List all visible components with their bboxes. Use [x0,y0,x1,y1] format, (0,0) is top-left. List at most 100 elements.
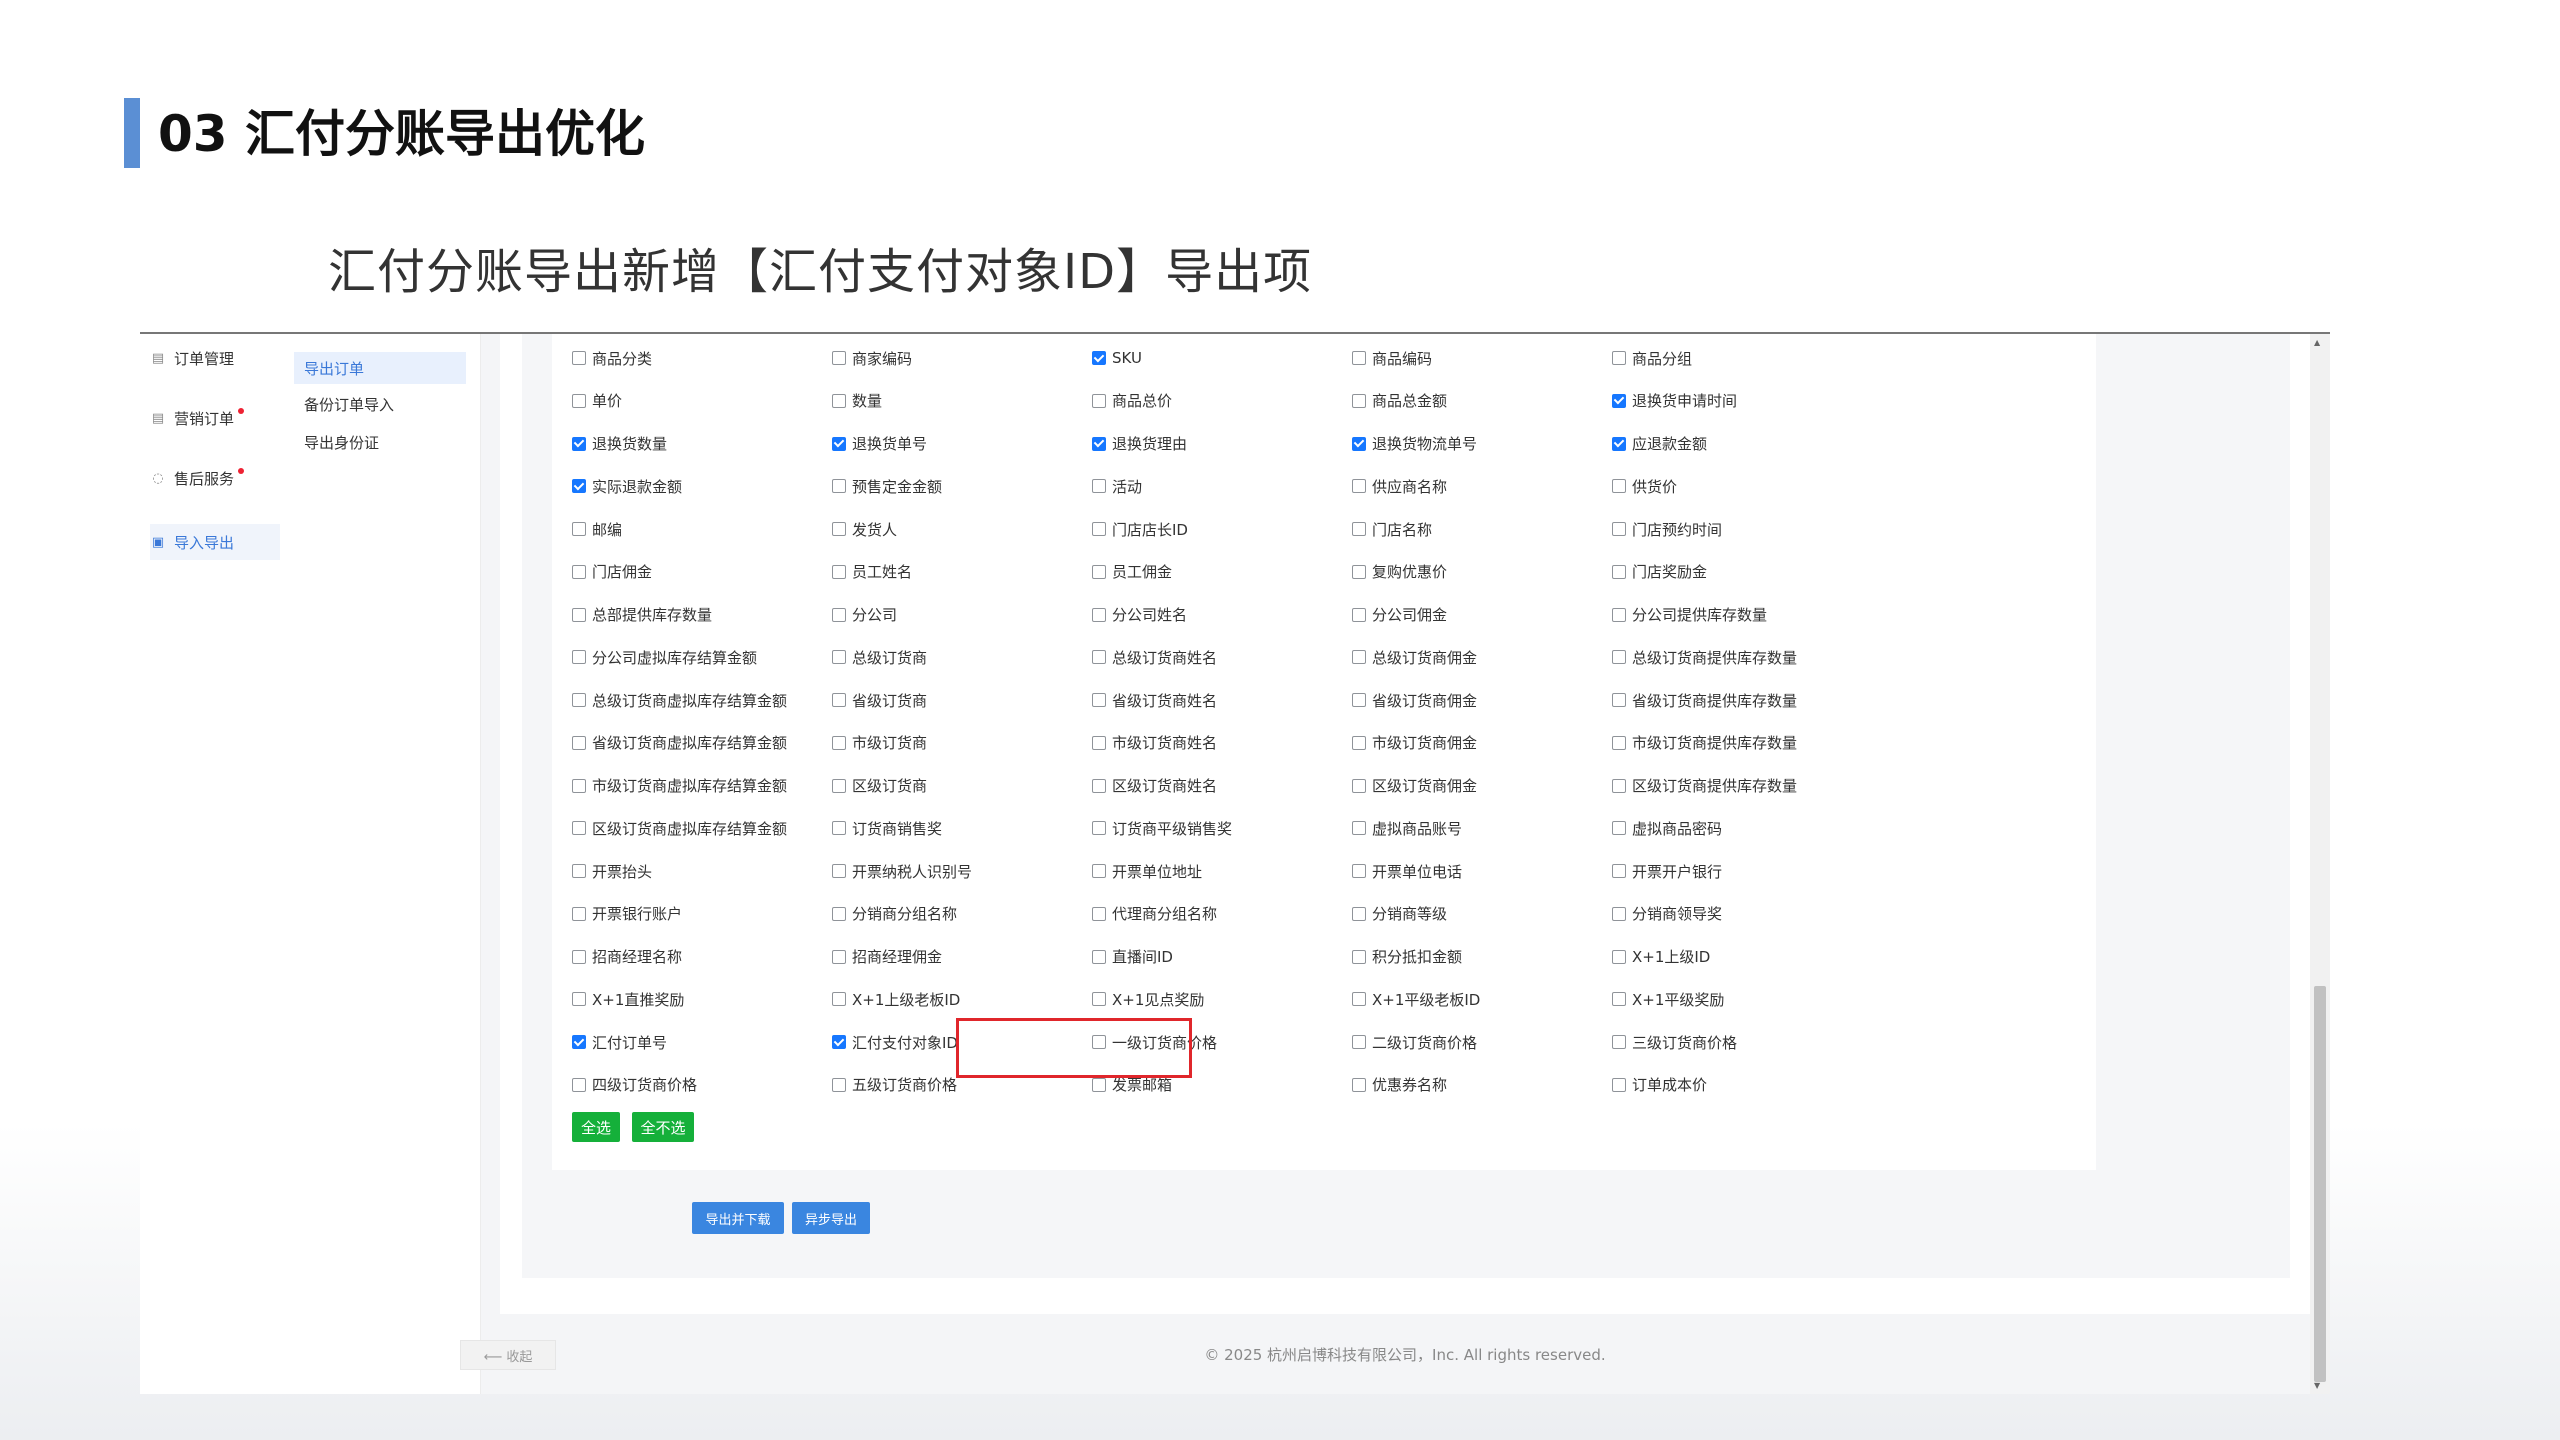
export-field-option[interactable]: 汇付支付对象ID [832,1030,958,1054]
checkbox-unchecked[interactable] [1092,607,1106,622]
export-field-option[interactable]: 优惠券名称 [1352,1073,1447,1097]
export-field-option[interactable]: 区级订货商虚拟库存结算金额 [572,816,787,840]
checkbox-unchecked[interactable] [1612,949,1626,964]
export-field-option[interactable]: 省级订货商佣金 [1352,688,1477,712]
export-field-option[interactable]: 总部提供库存数量 [572,603,712,627]
checkbox-unchecked[interactable] [832,949,846,964]
menu-item-1[interactable]: ▤ 营销订单 [150,400,280,436]
export-field-option[interactable]: 数量 [832,389,882,413]
checkbox-unchecked[interactable] [1092,821,1106,836]
export-field-option[interactable]: 市级订货商佣金 [1352,731,1477,755]
checkbox-unchecked[interactable] [1352,821,1366,836]
export-field-option[interactable]: 订货商销售奖 [832,816,942,840]
export-download-button[interactable]: 导出并下载 [692,1202,784,1234]
checkbox-checked[interactable] [832,1035,846,1049]
checkbox-unchecked[interactable] [1092,949,1106,964]
export-field-option[interactable]: 商品分组 [1612,346,1692,370]
menu-item-0[interactable]: ▤ 订单管理 [150,340,280,376]
export-field-option[interactable]: X+1见点奖励 [1092,987,1204,1011]
checkbox-unchecked[interactable] [1352,949,1366,964]
export-field-option[interactable]: 退换货申请时间 [1612,389,1737,413]
export-field-option[interactable]: 活动 [1092,474,1142,498]
checkbox-unchecked[interactable] [572,607,586,622]
export-field-option[interactable]: 总级订货商佣金 [1352,645,1477,669]
checkbox-unchecked[interactable] [832,522,846,536]
export-field-option[interactable]: 省级订货商虚拟库存结算金额 [572,731,787,755]
checkbox-unchecked[interactable] [1612,522,1626,536]
checkbox-unchecked[interactable] [1352,1035,1366,1049]
checkbox-unchecked[interactable] [1352,650,1366,665]
checkbox-checked[interactable] [1612,393,1626,408]
checkbox-unchecked[interactable] [1352,351,1366,365]
checkbox-unchecked[interactable] [1352,522,1366,536]
export-field-option[interactable]: 五级订货商价格 [832,1073,957,1097]
checkbox-unchecked[interactable] [1612,778,1626,793]
export-field-option[interactable]: 员工姓名 [832,560,912,584]
checkbox-unchecked[interactable] [832,479,846,494]
export-field-option[interactable]: 开票纳税人识别号 [832,859,972,883]
export-field-option[interactable]: 分销商分组名称 [832,902,957,926]
export-field-option[interactable]: 商品总金额 [1352,389,1447,413]
export-field-option[interactable]: 订货商平级销售奖 [1092,816,1232,840]
export-field-option[interactable]: 省级订货商 [832,688,927,712]
checkbox-unchecked[interactable] [1352,607,1366,622]
export-field-option[interactable]: 总级订货商姓名 [1092,645,1217,669]
select-all-button[interactable]: 全选 [572,1112,620,1142]
checkbox-unchecked[interactable] [572,864,586,878]
export-field-option[interactable]: 分公司姓名 [1092,603,1187,627]
checkbox-unchecked[interactable] [572,1077,586,1092]
checkbox-checked[interactable] [572,436,586,451]
export-field-option[interactable]: 退换货理由 [1092,432,1187,456]
export-field-option[interactable]: 汇付订单号 [572,1030,667,1054]
checkbox-unchecked[interactable] [572,821,586,836]
export-field-option[interactable]: 区级订货商提供库存数量 [1612,774,1797,798]
checkbox-unchecked[interactable] [1352,693,1366,707]
export-field-option[interactable]: SKU [1092,346,1142,370]
export-field-option[interactable]: 总级订货商 [832,645,927,669]
menu-item-3[interactable]: ▣ 导入导出 [150,524,280,560]
export-field-option[interactable]: 区级订货商佣金 [1352,774,1477,798]
export-field-option[interactable]: X+1直推奖励 [572,987,684,1011]
checkbox-unchecked[interactable] [1092,1077,1106,1092]
scroll-thumb[interactable] [2314,986,2326,1382]
export-field-option[interactable]: 区级订货商姓名 [1092,774,1217,798]
export-field-option[interactable]: 商品总价 [1092,389,1172,413]
checkbox-unchecked[interactable] [1352,479,1366,494]
export-field-option[interactable]: 省级订货商提供库存数量 [1612,688,1797,712]
checkbox-checked[interactable] [572,1035,586,1049]
checkbox-unchecked[interactable] [1352,864,1366,878]
export-field-option[interactable]: 虚拟商品账号 [1352,816,1462,840]
scroll-down-arrow-icon[interactable]: ▼ [2314,1381,2320,1390]
export-field-option[interactable]: 四级订货商价格 [572,1073,697,1097]
export-field-option[interactable]: 开票银行账户 [572,902,682,926]
checkbox-unchecked[interactable] [1612,992,1626,1007]
checkbox-unchecked[interactable] [832,735,846,750]
submenu-item-1[interactable]: 备份订单导入 [294,388,466,420]
checkbox-unchecked[interactable] [832,864,846,878]
select-none-button[interactable]: 全不选 [632,1112,694,1142]
export-field-option[interactable]: 开票单位电话 [1352,859,1462,883]
export-field-option[interactable]: 复购优惠价 [1352,560,1447,584]
export-field-option[interactable]: 积分抵扣金额 [1352,945,1462,969]
export-field-option[interactable]: 市级订货商虚拟库存结算金额 [572,774,787,798]
export-field-option[interactable]: 员工佣金 [1092,560,1172,584]
export-field-option[interactable]: 分公司佣金 [1352,603,1447,627]
checkbox-unchecked[interactable] [1092,992,1106,1007]
export-field-option[interactable]: X+1平级老板ID [1352,987,1480,1011]
export-field-option[interactable]: 二级订货商价格 [1352,1030,1477,1054]
export-field-option[interactable]: X+1平级奖励 [1612,987,1724,1011]
export-field-option[interactable]: 分公司 [832,603,897,627]
export-field-option[interactable]: 分公司提供库存数量 [1612,603,1767,627]
export-field-option[interactable]: 商品分类 [572,346,652,370]
checkbox-unchecked[interactable] [1612,479,1626,494]
export-field-option[interactable]: 订单成本价 [1612,1073,1707,1097]
checkbox-unchecked[interactable] [1352,393,1366,408]
checkbox-unchecked[interactable] [572,735,586,750]
checkbox-unchecked[interactable] [832,821,846,836]
checkbox-unchecked[interactable] [572,522,586,536]
checkbox-unchecked[interactable] [1612,821,1626,836]
checkbox-checked[interactable] [832,436,846,451]
checkbox-unchecked[interactable] [1612,650,1626,665]
export-field-option[interactable]: 区级订货商 [832,774,927,798]
checkbox-unchecked[interactable] [1092,735,1106,750]
